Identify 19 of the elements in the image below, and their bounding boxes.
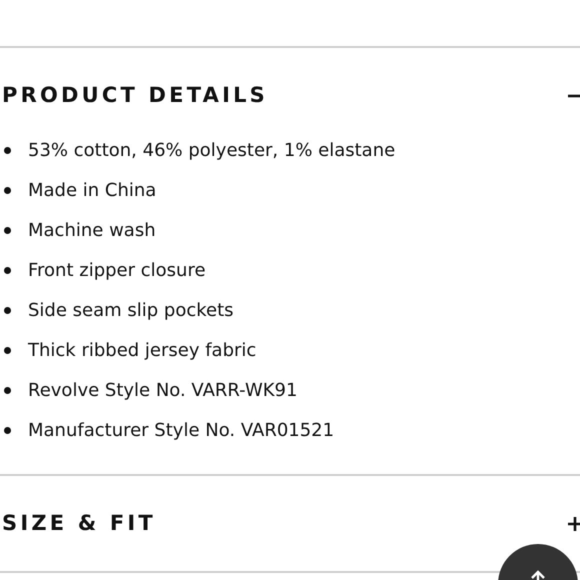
detail-text: 53% cotton, 46% polyester, 1% elastane — [28, 138, 396, 162]
detail-text: Manufacturer Style No. VAR01521 — [28, 418, 334, 442]
bullet-icon — [4, 186, 11, 194]
detail-text: Machine wash — [28, 218, 156, 242]
section-title: PRODUCT DETAILS — [2, 82, 268, 109]
bullet-icon — [4, 386, 11, 394]
detail-text: Revolve Style No. VARR-WK91 — [28, 378, 298, 402]
bullet-icon — [4, 146, 11, 154]
detail-text: Front zipper closure — [28, 258, 206, 282]
arrow-up-icon — [530, 570, 546, 580]
bullet-icon — [4, 266, 11, 274]
section-title: SIZE & FIT — [2, 510, 156, 537]
detail-text: Side seam slip pockets — [28, 298, 234, 322]
bullet-icon — [4, 226, 11, 234]
bullet-icon — [4, 306, 11, 314]
bullet-icon — [4, 346, 11, 354]
detail-text: Made in China — [28, 178, 156, 202]
detail-text: Thick ribbed jersey fabric — [28, 338, 256, 362]
bullet-icon — [4, 426, 11, 434]
